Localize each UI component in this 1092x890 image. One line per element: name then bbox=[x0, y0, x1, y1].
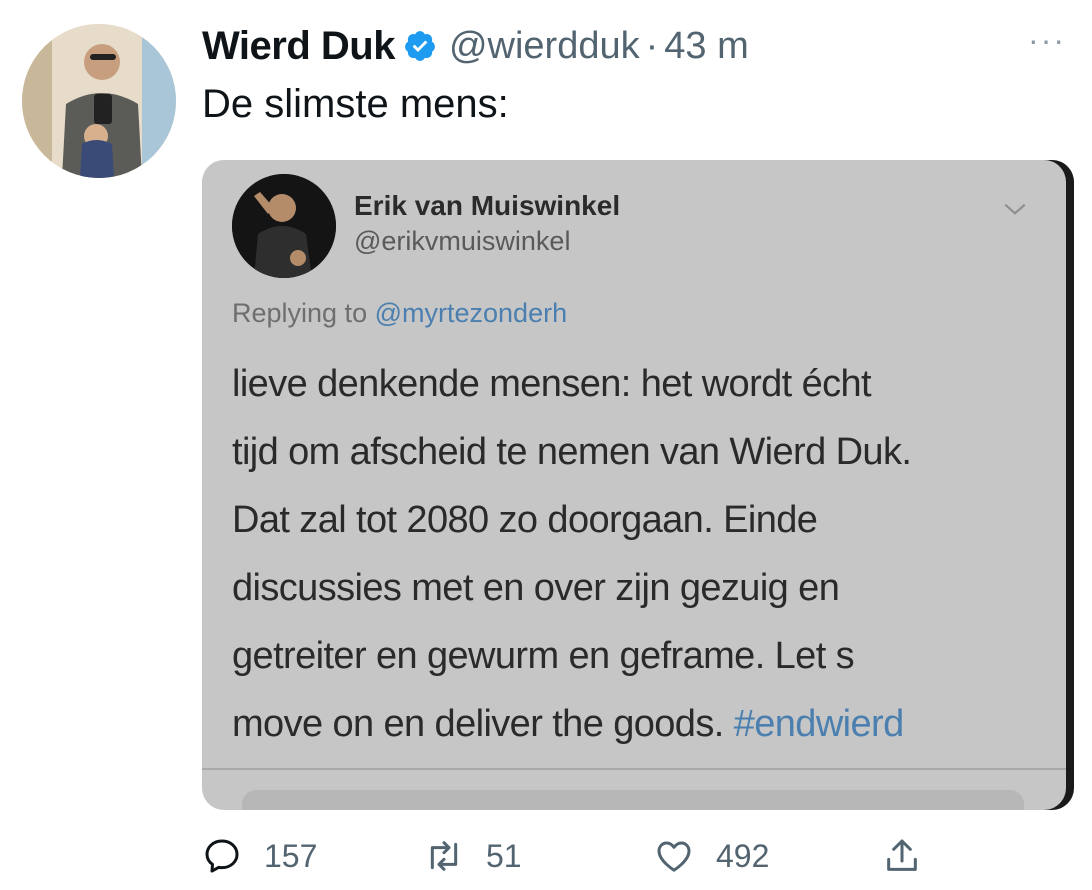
author-photo bbox=[22, 24, 176, 178]
quoted-last-text: move on en deliver the goods. bbox=[232, 703, 724, 745]
tweet-actions: 157 51 492 bbox=[202, 836, 1082, 888]
author-name[interactable]: Wierd Duk bbox=[202, 24, 395, 69]
more-icon[interactable]: ··· bbox=[1028, 22, 1066, 59]
replying-to: Replying to @myrtezonderh bbox=[232, 298, 567, 329]
quoted-line-last: move on en deliver the goods. #endwierd bbox=[232, 690, 1052, 758]
tweet-header: Wierd Duk @wierdduk · 43 m bbox=[202, 20, 749, 72]
reply-button[interactable]: 157 bbox=[202, 836, 317, 876]
like-icon bbox=[657, 841, 691, 872]
quoted-author-avatar bbox=[232, 174, 336, 278]
like-count: 492 bbox=[716, 837, 770, 874]
tweet-time[interactable]: 43 m bbox=[664, 25, 748, 68]
reply-icon bbox=[205, 839, 239, 873]
divider bbox=[202, 768, 1066, 770]
replying-prefix: Replying to bbox=[232, 298, 368, 328]
retweet-count: 51 bbox=[486, 837, 522, 874]
quoted-card-bottom bbox=[242, 790, 1024, 810]
quoted-line: tijd om afscheid te nemen van Wierd Duk. bbox=[232, 431, 912, 473]
quoted-author-photo bbox=[232, 174, 336, 278]
tweet-text: De slimste mens: bbox=[202, 82, 509, 126]
verified-icon bbox=[405, 31, 435, 61]
reply-count: 157 bbox=[264, 837, 318, 874]
retweet-button[interactable]: 51 bbox=[424, 836, 522, 876]
time-separator: · bbox=[645, 24, 659, 67]
quoted-tweet-image[interactable]: Erik van Muiswinkel @erikvmuiswinkel Rep… bbox=[202, 160, 1074, 810]
chevron-down-icon bbox=[1004, 203, 1026, 215]
quoted-line: lieve denkende mensen: het wordt écht bbox=[232, 363, 872, 405]
share-icon bbox=[887, 839, 917, 871]
author-handle[interactable]: @wierdduk bbox=[449, 25, 640, 68]
quoted-tweet-text: lieve denkende mensen: het wordt écht ti… bbox=[232, 350, 1052, 758]
quoted-line: getreiter en gewurm en geframe. Let s bbox=[232, 635, 855, 677]
author-avatar[interactable] bbox=[22, 24, 176, 178]
quoted-author-name: Erik van Muiswinkel bbox=[354, 190, 621, 221]
share-button[interactable] bbox=[882, 836, 944, 876]
quoted-line: Dat zal tot 2080 zo doorgaan. Einde bbox=[232, 499, 818, 541]
quoted-author-handle: @erikvmuiswinkel bbox=[354, 226, 571, 256]
like-button[interactable]: 492 bbox=[654, 836, 769, 876]
quoted-line: discussies met en over zijn gezuig en bbox=[232, 567, 840, 609]
retweet-icon bbox=[430, 841, 458, 871]
replying-mention: @myrtezonderh bbox=[374, 298, 568, 328]
hashtag: #endwierd bbox=[733, 703, 905, 745]
